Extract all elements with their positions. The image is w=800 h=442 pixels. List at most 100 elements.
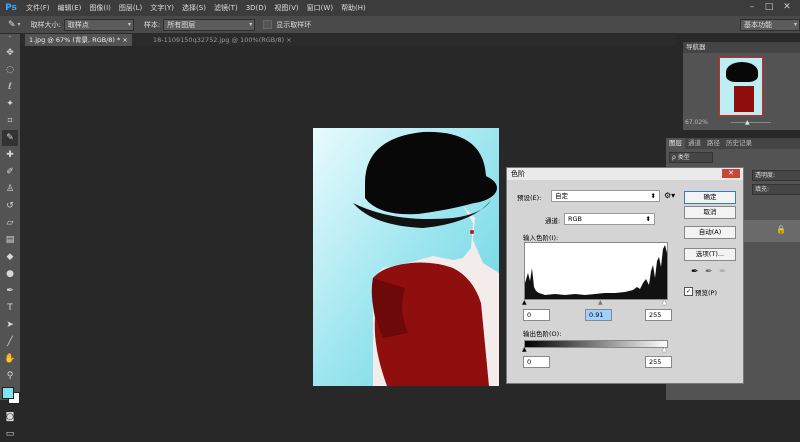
- close-icon[interactable]: ×: [286, 36, 291, 44]
- white-eyedropper-icon[interactable]: ✒: [719, 267, 727, 277]
- close-window-button[interactable]: ✕: [780, 1, 794, 14]
- brush-tool-icon[interactable]: ✐: [2, 164, 18, 180]
- canvas-image[interactable]: [313, 128, 499, 386]
- sample-size-label: 取样大小:: [30, 20, 61, 29]
- menu-3d[interactable]: 3D(D): [242, 4, 271, 12]
- navigator-zoom-slider[interactable]: [731, 122, 771, 123]
- tab-document-1[interactable]: 1.jpg @ 67% (背景, RGB/8) * ×: [25, 34, 132, 46]
- input-black-slider-handle-icon[interactable]: ▲: [522, 299, 527, 306]
- close-icon[interactable]: ✕: [722, 169, 740, 178]
- navigator-thumbnail[interactable]: [719, 57, 763, 116]
- sample-select[interactable]: 所有图层 ▾: [163, 18, 256, 31]
- pen-tool-icon[interactable]: ✒: [2, 283, 18, 299]
- show-ring-label: 显示取样环: [276, 20, 312, 29]
- input-levels-label: 输入色阶(I):: [523, 234, 559, 242]
- output-white-field[interactable]: 255: [645, 356, 672, 368]
- input-black-field[interactable]: 0: [523, 309, 550, 321]
- opacity-field[interactable]: 透明度:: [752, 170, 800, 181]
- input-gamma-field[interactable]: 0.91: [585, 309, 612, 321]
- gradient-tool-icon[interactable]: ▤: [2, 232, 18, 248]
- magic-wand-tool-icon[interactable]: ✦: [2, 96, 18, 112]
- menu-select[interactable]: 选择(S): [178, 3, 210, 13]
- preview-checkbox[interactable]: ✓: [684, 287, 693, 296]
- type-tool-icon[interactable]: T: [2, 300, 18, 316]
- dodge-tool-icon[interactable]: ●: [2, 266, 18, 282]
- cancel-button[interactable]: 取消: [684, 206, 736, 219]
- options-bar: ✎ ▾ 取样大小: 取样点 ▾ 样本: 所有图层 ▾ 显示取样环 基本功能 ▾: [0, 16, 800, 34]
- sample-size-select[interactable]: 取样点 ▾: [63, 18, 134, 31]
- toolbox-collapse-icon[interactable]: «: [0, 34, 20, 44]
- levels-title-bar: 色阶 ✕: [507, 168, 743, 180]
- hand-tool-icon[interactable]: ✋: [2, 351, 18, 367]
- line-tool-icon[interactable]: ╱: [2, 334, 18, 350]
- auto-button[interactable]: 自动(A): [684, 226, 736, 239]
- history-brush-tool-icon[interactable]: ↺: [2, 198, 18, 214]
- output-gradient-bar: [524, 340, 668, 348]
- channel-label: 通道:: [545, 217, 561, 225]
- lock-icon: 🔒: [776, 225, 786, 234]
- black-eyedropper-icon[interactable]: ✒: [691, 267, 699, 277]
- menu-file[interactable]: 文件(F): [22, 3, 54, 13]
- blur-tool-icon[interactable]: ◆: [2, 249, 18, 265]
- output-black-field[interactable]: 0: [523, 356, 550, 368]
- gray-eyedropper-icon[interactable]: ✒: [705, 267, 713, 277]
- tab-document-2[interactable]: 18-1109150q32752.jpg @ 100%(RGB/8) ×: [149, 34, 296, 46]
- close-icon[interactable]: ×: [122, 36, 127, 44]
- workspace-select[interactable]: 基本功能 ▾: [740, 19, 800, 31]
- minimize-button[interactable]: –: [745, 1, 759, 14]
- chevron-down-icon[interactable]: ▾: [18, 21, 21, 28]
- crop-tool-icon[interactable]: ⌗: [2, 113, 18, 129]
- slider-handle-icon[interactable]: ▲: [745, 119, 750, 126]
- ok-button[interactable]: 确定: [684, 191, 736, 204]
- tab-history[interactable]: 历史记录: [723, 138, 755, 149]
- show-ring-checkbox[interactable]: [263, 20, 273, 29]
- menu-layer[interactable]: 图层(L): [115, 3, 146, 13]
- restore-button[interactable]: □: [762, 1, 776, 14]
- menu-image[interactable]: 图像(I): [85, 3, 115, 13]
- output-levels-label: 输出色阶(O):: [523, 330, 562, 338]
- fill-field[interactable]: 填充:: [752, 184, 800, 195]
- zoom-tool-icon[interactable]: ⚲: [2, 368, 18, 384]
- menu-edit[interactable]: 编辑(E): [54, 3, 86, 13]
- preset-options-gear-icon[interactable]: ⚙▾: [664, 191, 675, 200]
- preset-label: 预设(E):: [517, 194, 542, 202]
- marquee-tool-icon[interactable]: ◌: [2, 62, 18, 78]
- navigator-zoom-value[interactable]: 67.02%: [685, 119, 708, 126]
- menu-type[interactable]: 文字(Y): [146, 3, 178, 13]
- levels-dialog: 色阶 ✕ 预设(E): 自定 ⬍ ⚙▾ 通道: RGB ⬍ 输入色阶(I): ▲ ▲…: [506, 167, 744, 384]
- tab-layers[interactable]: 图层: [666, 138, 685, 149]
- input-white-slider-handle-icon[interactable]: ▲: [662, 299, 667, 306]
- options-button[interactable]: 选项(T)...: [684, 248, 736, 261]
- screen-mode-icon[interactable]: ▭: [2, 426, 18, 442]
- eyedropper-tool-icon[interactable]: ✎: [2, 130, 18, 146]
- navigator-title: 导航器: [683, 42, 800, 53]
- layer-filter-select[interactable]: ρ 类型: [669, 152, 713, 163]
- preset-select[interactable]: 自定 ⬍: [551, 190, 660, 202]
- lasso-tool-icon[interactable]: ℓ: [2, 79, 18, 95]
- toolbox: « ✥ ◌ ℓ ✦ ⌗ ✎ ✚ ✐ ♙ ↺ ▱ ▤ ◆ ● ✒ T ➤ ╱ ✋ …: [0, 34, 20, 439]
- channel-select[interactable]: RGB ⬍: [564, 213, 655, 225]
- menu-window[interactable]: 窗口(W): [303, 3, 337, 13]
- menu-view[interactable]: 视图(V): [270, 3, 302, 13]
- foreground-color-swatch[interactable]: [2, 387, 14, 399]
- output-white-slider-handle-icon[interactable]: ▲: [662, 346, 667, 353]
- document-tabs: 1.jpg @ 67% (背景, RGB/8) * × 18-1109150q3…: [21, 34, 676, 46]
- move-tool-icon[interactable]: ✥: [2, 45, 18, 61]
- path-selection-tool-icon[interactable]: ➤: [2, 317, 18, 333]
- eyedropper-icon[interactable]: ✎: [8, 20, 16, 30]
- histogram-graph: [525, 245, 667, 299]
- clone-stamp-tool-icon[interactable]: ♙: [2, 181, 18, 197]
- menu-help[interactable]: 帮助(H): [337, 3, 370, 13]
- tab-paths[interactable]: 路径: [704, 138, 723, 149]
- woman-hat-photo: [313, 128, 499, 386]
- quick-mask-icon[interactable]: ◙: [2, 409, 18, 425]
- menu-filter[interactable]: 滤镜(T): [210, 3, 242, 13]
- healing-brush-tool-icon[interactable]: ✚: [2, 147, 18, 163]
- dialog-title: 色阶: [511, 170, 525, 178]
- input-gamma-slider-handle-icon[interactable]: ▲: [598, 299, 603, 306]
- photoshop-logo: Ps: [5, 3, 17, 13]
- tab-channels[interactable]: 通道: [685, 138, 704, 149]
- input-white-field[interactable]: 255: [645, 309, 672, 321]
- output-black-slider-handle-icon[interactable]: ▲: [522, 346, 527, 353]
- eraser-tool-icon[interactable]: ▱: [2, 215, 18, 231]
